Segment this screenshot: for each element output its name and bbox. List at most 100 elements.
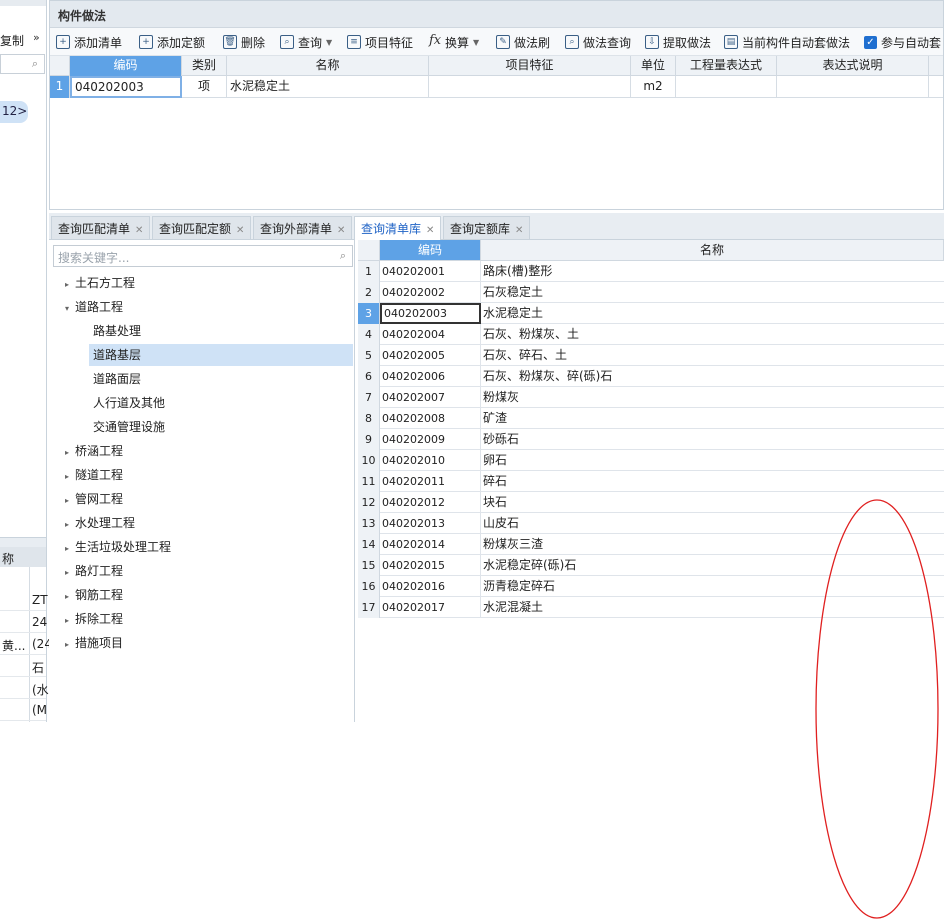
collapse-arrow-icon[interactable]: ▸ [65, 634, 75, 656]
convert-dropdown[interactable]: fx 换算 ▼ [429, 33, 479, 51]
row-number[interactable]: 8 [358, 408, 380, 429]
delete-button[interactable]: 🗑 删除 [223, 33, 265, 51]
cell-feature[interactable] [429, 76, 631, 98]
row-number[interactable]: 9 [358, 429, 380, 450]
table-row[interactable]: 5 040202005 石灰、碎石、土 [358, 345, 944, 366]
close-icon[interactable]: ✕ [135, 225, 143, 236]
tree-node[interactable]: ▸ 隧道工程 [65, 464, 123, 486]
cell-name[interactable]: 粉煤灰 [483, 387, 519, 408]
add-list-button[interactable]: + 添加清单 [56, 33, 122, 51]
cell-code[interactable]: 040202010 [380, 450, 481, 471]
left-list-row[interactable]: 黄... (24 [0, 634, 52, 655]
left-list-row[interactable]: (M [0, 700, 47, 721]
tree-node[interactable]: ▸ 土石方工程 [65, 272, 135, 294]
header-code[interactable]: 编码 [380, 240, 481, 261]
row-number[interactable]: 3 [358, 303, 380, 324]
collapse-arrow-icon[interactable]: ▸ [65, 490, 75, 512]
close-icon[interactable]: ✕ [337, 225, 345, 236]
collapse-arrow-icon[interactable]: ▸ [65, 538, 75, 560]
extract-method-button[interactable]: ⇩ 提取做法 [645, 33, 711, 51]
tree-node[interactable]: ▸ 水处理工程 [65, 512, 135, 534]
tree-node[interactable]: ▸ 钢筋工程 [65, 584, 123, 606]
tree-node[interactable]: ▸ 生活垃圾处理工程 [65, 536, 171, 558]
row-number[interactable]: 7 [358, 387, 380, 408]
collapse-arrow-icon[interactable]: ▸ [65, 610, 75, 632]
row-number[interactable]: 11 [358, 471, 380, 492]
cell-name[interactable]: 水泥稳定土 [227, 76, 429, 98]
close-icon[interactable]: ✕ [236, 225, 244, 236]
header-expression-desc[interactable]: 表达式说明 [777, 56, 929, 76]
method-grid-row[interactable]: 1 040202003 项 水泥稳定土 m2 [50, 76, 943, 98]
left-selected-item[interactable]: 12> [0, 101, 28, 123]
method-brush-button[interactable]: ✎ 做法刷 [496, 33, 550, 51]
row-number[interactable]: 5 [358, 345, 380, 366]
method-query-button[interactable]: ⌕ 做法查询 [565, 33, 631, 51]
cell-name[interactable]: 石灰、粉煤灰、碎(砾)石 [483, 366, 612, 387]
cell-code[interactable]: 040202015 [380, 555, 481, 576]
collapse-arrow-icon[interactable]: ▸ [65, 586, 75, 608]
header-name[interactable]: 名称 [481, 240, 944, 261]
table-row[interactable]: 3 040202003 水泥稳定土 [358, 303, 944, 324]
tree-node[interactable]: 人行道及其他 [93, 392, 165, 414]
row-number[interactable]: 17 [358, 597, 380, 618]
row-number[interactable]: 6 [358, 366, 380, 387]
tab-match-quota[interactable]: 查询匹配定额 ✕ [152, 216, 252, 239]
cell-expression-desc[interactable] [777, 76, 929, 98]
cell-name[interactable]: 卵石 [483, 450, 507, 471]
table-row[interactable]: 9 040202009 砂砾石 [358, 429, 944, 450]
collapse-arrow-icon[interactable]: ▸ [65, 562, 75, 584]
cell-code[interactable]: 040202012 [380, 492, 481, 513]
cell-code[interactable]: 040202006 [380, 366, 481, 387]
tab-list-library[interactable]: 查询清单库 ✕ [354, 216, 442, 241]
tree-node[interactable]: ▾ 道路工程 [65, 296, 123, 318]
row-index[interactable]: 1 [50, 76, 70, 98]
close-icon[interactable]: ✕ [426, 225, 434, 236]
tree-node[interactable]: 道路面层 [93, 368, 141, 390]
cell-name[interactable]: 山皮石 [483, 513, 519, 534]
row-number[interactable]: 1 [358, 261, 380, 282]
cell-name[interactable]: 石灰稳定土 [483, 282, 543, 303]
tree-node[interactable]: ▸ 措施项目 [65, 632, 123, 654]
header-name[interactable]: 名称 [227, 56, 429, 76]
cell-name[interactable]: 水泥稳定碎(砾)石 [483, 555, 576, 576]
cell-name[interactable]: 块石 [483, 492, 507, 513]
cell-code[interactable]: 040202008 [380, 408, 481, 429]
collapse-arrow-icon[interactable]: ▸ [65, 274, 75, 296]
header-expression[interactable]: 工程量表达式 [676, 56, 777, 76]
row-number[interactable]: 4 [358, 324, 380, 345]
cell-name[interactable]: 沥青稳定碎石 [483, 576, 555, 597]
table-row[interactable]: 1 040202001 路床(槽)整形 [358, 261, 944, 282]
item-feature-button[interactable]: ≡ 项目特征 [347, 33, 413, 51]
cell-code[interactable]: 040202017 [380, 597, 481, 618]
table-row[interactable]: 11 040202011 碎石 [358, 471, 944, 492]
left-list-row[interactable]: 24 [0, 612, 47, 633]
cell-name[interactable]: 粉煤灰三渣 [483, 534, 543, 555]
expand-arrow-icon[interactable]: ▾ [65, 298, 75, 320]
row-number[interactable]: 16 [358, 576, 380, 597]
tree-node[interactable]: ▸ 桥涵工程 [65, 440, 123, 462]
cell-code[interactable]: 040202005 [380, 345, 481, 366]
close-icon[interactable]: ✕ [515, 225, 523, 236]
cell-code[interactable]: 040202016 [380, 576, 481, 597]
table-row[interactable]: 2 040202002 石灰稳定土 [358, 282, 944, 303]
cell-code[interactable]: 040202004 [380, 324, 481, 345]
copy-button[interactable]: 复制 [0, 32, 24, 49]
cell-name[interactable]: 水泥稳定土 [483, 303, 543, 324]
cell-name[interactable]: 碎石 [483, 471, 507, 492]
tab-external-list[interactable]: 查询外部清单 ✕ [253, 216, 353, 239]
add-quota-button[interactable]: + 添加定额 [139, 33, 205, 51]
participate-auto-checkbox[interactable]: ✓ 参与自动套 [864, 33, 941, 51]
cell-code[interactable]: 040202003 [380, 303, 481, 324]
search-icon[interactable]: ⌕ [340, 249, 346, 263]
table-row[interactable]: 4 040202004 石灰、粉煤灰、土 [358, 324, 944, 345]
header-unit[interactable]: 单位 [631, 56, 676, 76]
cell-expression[interactable] [676, 76, 777, 98]
cell-name[interactable]: 水泥混凝土 [483, 597, 543, 618]
auto-method-button[interactable]: ▤ 当前构件自动套做法 [724, 33, 850, 51]
table-row[interactable]: 8 040202008 矿渣 [358, 408, 944, 429]
collapse-arrow-icon[interactable]: ▸ [65, 442, 75, 464]
tree-node[interactable]: ▸ 拆除工程 [65, 608, 123, 630]
table-row[interactable]: 6 040202006 石灰、粉煤灰、碎(砾)石 [358, 366, 944, 387]
row-number[interactable]: 12 [358, 492, 380, 513]
more-chevron-icon[interactable]: » [33, 31, 40, 44]
